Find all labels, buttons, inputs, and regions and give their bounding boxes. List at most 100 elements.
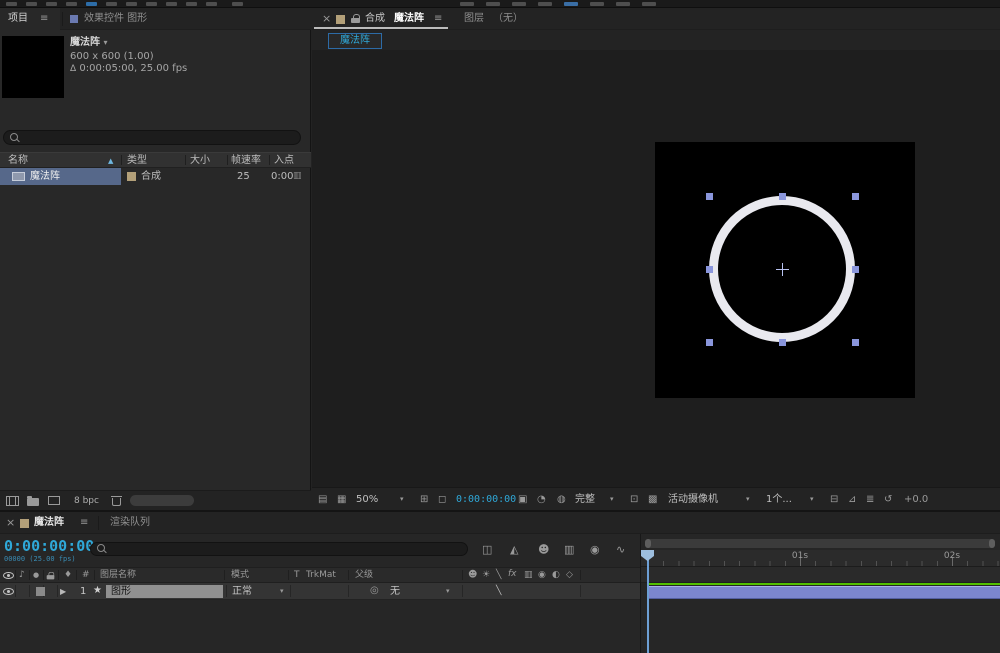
view-layout-caret-icon[interactable]: ▾ bbox=[810, 496, 814, 503]
quality-column-icon[interactable]: ╲ bbox=[496, 571, 501, 580]
selection-handle[interactable] bbox=[852, 266, 859, 273]
shy-column-icon[interactable]: ☻ bbox=[468, 571, 477, 580]
item-name-caret-icon[interactable]: ▾ bbox=[103, 38, 107, 47]
collapse-column-icon[interactable]: ☀ bbox=[482, 571, 490, 580]
panel-menu-icon[interactable]: ≡ bbox=[80, 517, 88, 529]
label-column-icon[interactable]: ♦ bbox=[64, 571, 72, 580]
sort-ascending-icon[interactable]: ▲ bbox=[108, 157, 113, 165]
tab-composition-label[interactable]: 合成 bbox=[365, 13, 385, 25]
timeline-search-input[interactable] bbox=[111, 544, 451, 554]
column-number[interactable]: # bbox=[82, 570, 90, 581]
tool-button[interactable] bbox=[206, 2, 217, 6]
column-type[interactable]: 类型 bbox=[127, 155, 147, 167]
column-layer-name[interactable]: 图层名称 bbox=[100, 570, 136, 581]
project-row[interactable]: 魔法阵 合成 25 0:00 ▥ bbox=[0, 168, 311, 185]
tool-button[interactable] bbox=[186, 2, 197, 6]
selection-handle[interactable] bbox=[779, 339, 786, 346]
camera-dropdown[interactable]: 活动摄像机 bbox=[668, 494, 718, 506]
selection-handle[interactable] bbox=[706, 266, 713, 273]
blend-mode-dropdown[interactable]: 正常 bbox=[232, 586, 252, 598]
tab-project[interactable]: 项目 ≡ bbox=[0, 8, 60, 30]
eye-icon[interactable] bbox=[3, 588, 14, 595]
comp-label-chip[interactable] bbox=[336, 15, 345, 24]
project-search-input[interactable] bbox=[24, 132, 284, 143]
view-layout-dropdown[interactable]: 1个... bbox=[766, 494, 792, 506]
parent-caret-icon[interactable]: ▾ bbox=[446, 588, 450, 595]
tool-button[interactable] bbox=[590, 2, 604, 6]
panel-menu-icon[interactable]: ≡ bbox=[434, 13, 442, 25]
column-size[interactable]: 大小 bbox=[190, 155, 210, 167]
fx-column-icon[interactable]: fx bbox=[508, 570, 517, 579]
tool-button[interactable] bbox=[106, 2, 117, 6]
pixel-aspect-icon[interactable]: ⊟ bbox=[830, 495, 838, 505]
resolution-dropdown[interactable]: 完整 bbox=[575, 494, 595, 506]
navigator-end-handle[interactable] bbox=[989, 539, 995, 548]
layer-name-field[interactable]: 图形 bbox=[106, 585, 223, 598]
tool-button[interactable] bbox=[512, 2, 526, 6]
navigator-start-handle[interactable] bbox=[645, 539, 651, 548]
tool-button[interactable] bbox=[564, 2, 578, 6]
interpret-footage-icon[interactable] bbox=[6, 496, 19, 506]
motion-blur-toggle-icon[interactable]: ◉ bbox=[590, 544, 600, 555]
selection-handle[interactable] bbox=[779, 193, 786, 200]
transparency-grid-icon[interactable]: ▩ bbox=[648, 495, 657, 505]
quality-toggle-icon[interactable]: ╲ bbox=[496, 587, 501, 596]
tool-button[interactable] bbox=[46, 2, 57, 6]
panel-menu-icon[interactable]: ≡ bbox=[40, 13, 48, 25]
tool-button[interactable] bbox=[166, 2, 177, 6]
column-frame-rate[interactable]: 帧速率 bbox=[231, 155, 261, 167]
shy-toggle-icon[interactable]: ☻ bbox=[538, 544, 549, 555]
tab-effect-controls[interactable]: 效果控件 图形 bbox=[66, 8, 256, 30]
mini-flowchart-icon[interactable]: ◫ bbox=[482, 544, 492, 555]
always-preview-icon[interactable]: ▤ bbox=[318, 495, 327, 505]
audio-icon[interactable]: ♪ bbox=[19, 571, 25, 580]
comp-mini-tab[interactable]: 魔法阵 bbox=[328, 33, 382, 49]
tab-composition-name[interactable]: 魔法阵 bbox=[394, 13, 424, 25]
frame-blend-toggle-icon[interactable]: ▥ bbox=[564, 544, 574, 555]
selection-handle[interactable] bbox=[706, 193, 713, 200]
tool-button[interactable] bbox=[66, 2, 77, 6]
column-parent[interactable]: 父级 bbox=[355, 570, 373, 581]
close-icon[interactable]: × bbox=[322, 12, 331, 25]
layer-row[interactable]: ▶ 1 ★ 图形 正常 ▾ ◎ 无 ▾ ╲ bbox=[0, 583, 640, 600]
tool-button[interactable] bbox=[486, 2, 500, 6]
footage-thumbnail[interactable] bbox=[2, 36, 64, 98]
timeline-search[interactable] bbox=[90, 542, 468, 556]
lock-icon[interactable] bbox=[46, 571, 55, 581]
roi-icon[interactable]: ⊡ bbox=[630, 495, 638, 505]
layer-duration-bar[interactable] bbox=[648, 586, 1000, 599]
selected-item-name[interactable]: 魔法阵 ▾ bbox=[70, 37, 108, 49]
footer-scrollbar[interactable] bbox=[130, 495, 194, 506]
camera-caret-icon[interactable]: ▾ bbox=[746, 496, 750, 503]
parent-dropdown[interactable]: 无 bbox=[390, 586, 400, 598]
tool-button[interactable] bbox=[6, 2, 17, 6]
expand-arrow-icon[interactable]: ▶ bbox=[60, 588, 66, 596]
time-navigator[interactable] bbox=[645, 539, 995, 548]
layer-label-chip[interactable] bbox=[36, 587, 45, 596]
flowchart-icon[interactable]: ≣ bbox=[866, 495, 874, 505]
tab-timeline-comp[interactable]: 魔法阵 bbox=[34, 517, 64, 529]
project-search[interactable] bbox=[3, 130, 301, 145]
time-ruler[interactable]: 01s 02s bbox=[641, 550, 1000, 567]
playhead-line[interactable] bbox=[647, 550, 649, 653]
fast-preview-icon[interactable]: ⊿ bbox=[848, 495, 856, 505]
project-row-name[interactable]: 魔法阵 bbox=[30, 171, 60, 183]
solo-icon[interactable]: ● bbox=[33, 572, 39, 579]
tool-button[interactable] bbox=[616, 2, 630, 6]
blend-mode-caret-icon[interactable]: ▾ bbox=[280, 588, 284, 595]
three-d-column-icon[interactable]: ◇ bbox=[566, 571, 573, 580]
show-snapshot-icon[interactable]: ◔ bbox=[537, 495, 546, 505]
grid-guides-icon[interactable]: ⊞ bbox=[420, 495, 428, 505]
channels-icon[interactable]: ◍ bbox=[557, 495, 566, 505]
tool-button[interactable] bbox=[126, 2, 137, 6]
tool-button[interactable] bbox=[146, 2, 157, 6]
adjustment-column-icon[interactable]: ◐ bbox=[552, 571, 560, 580]
timeline-timecode[interactable]: 0:00:00:00 bbox=[4, 537, 94, 555]
label-color-chip[interactable] bbox=[127, 172, 136, 181]
new-folder-icon[interactable] bbox=[27, 496, 39, 506]
close-icon[interactable]: × bbox=[6, 516, 15, 529]
bit-depth-button[interactable]: 8 bpc bbox=[74, 496, 99, 507]
main-viewer-icon[interactable]: ▦ bbox=[337, 495, 346, 505]
anchor-point[interactable] bbox=[776, 263, 789, 276]
new-composition-icon[interactable] bbox=[48, 496, 60, 505]
